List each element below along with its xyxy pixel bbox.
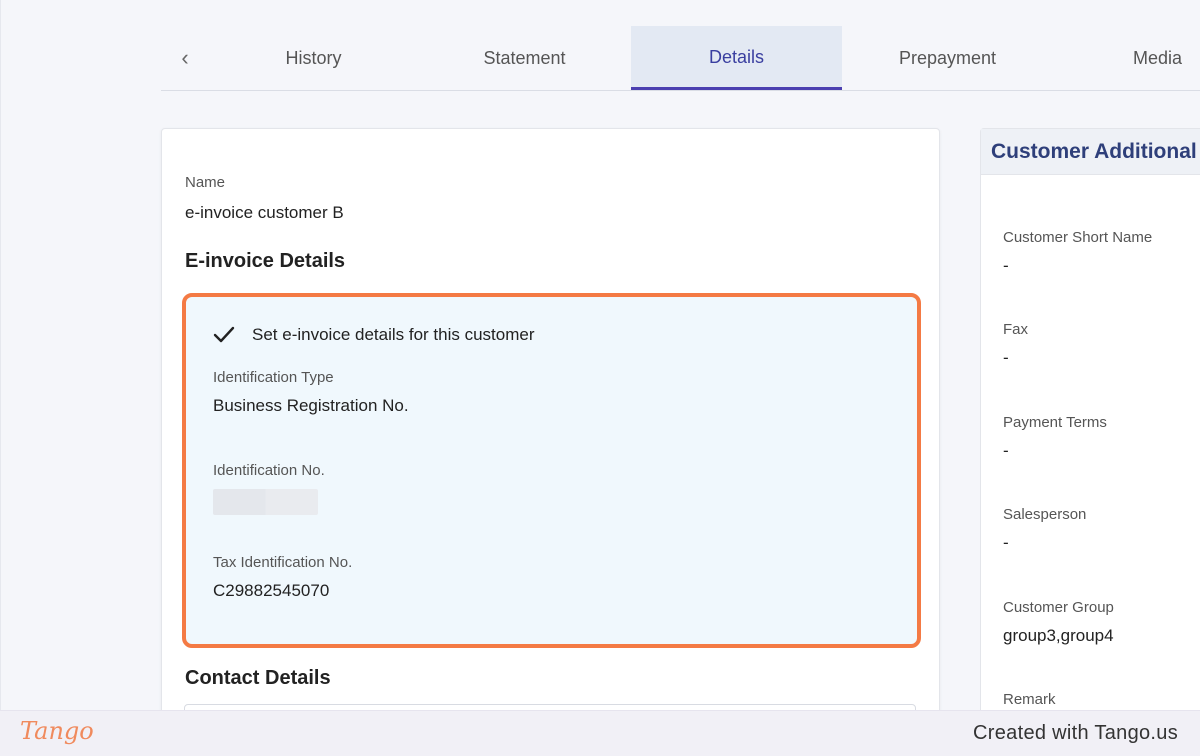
tab-bar: ‹ History Statement Details Prepayment M… [161, 26, 1200, 91]
tab-history[interactable]: History [208, 26, 419, 90]
redacted-identification-no [213, 489, 318, 515]
customer-short-name-field: Customer Short Name - [1003, 229, 1152, 276]
salesperson-field: Salesperson - [1003, 506, 1086, 553]
customer-additional-panel: Customer Additional Customer Short Name … [980, 128, 1200, 710]
app-frame: ‹ History Statement Details Prepayment M… [0, 0, 1200, 710]
tax-identification-label: Tax Identification No. [213, 554, 353, 571]
einvoice-details-box: Set e-invoice details for this customer … [182, 293, 921, 648]
tab-details[interactable]: Details [631, 26, 842, 90]
identification-type-field: Identification Type Business Registratio… [213, 369, 409, 416]
contact-section-title: Contact Details [185, 667, 331, 689]
payment-terms-field: Payment Terms - [1003, 414, 1107, 461]
field-label: Salesperson [1003, 506, 1087, 523]
identification-type-label: Identification Type [213, 369, 334, 386]
field-label: Customer Short Name [1003, 229, 1153, 246]
field-label: Payment Terms [1003, 414, 1107, 431]
panel-title: Customer Additional [981, 129, 1200, 175]
customer-group-field: Customer Group group3,group4 [1003, 599, 1114, 646]
tango-logo: Tango [20, 717, 94, 745]
tax-identification-value: C29882545070 [213, 581, 330, 600]
identification-no-label: Identification No. [213, 462, 325, 479]
einvoice-checkbox-label: Set e-invoice details for this customer [252, 325, 535, 344]
field-value: - [1003, 441, 1009, 460]
name-label: Name [185, 174, 226, 191]
fax-field: Fax - [1003, 321, 1028, 368]
field-label: Customer Group [1003, 599, 1114, 616]
field-label: Remark [1003, 691, 1056, 708]
field-value: group3,group4 [1003, 626, 1114, 645]
field-label: Fax [1003, 321, 1029, 338]
einvoice-checkbox-row[interactable]: Set e-invoice details for this customer [210, 321, 535, 349]
field-value: - [1003, 256, 1009, 275]
field-value: - [1003, 533, 1009, 552]
tax-identification-field: Tax Identification No. C29882545070 [213, 554, 352, 601]
details-card: Name e-invoice customer B E-invoice Deta… [161, 128, 940, 710]
identification-no-field: Identification No. [213, 462, 325, 515]
einvoice-section-title: E-invoice Details [185, 250, 346, 272]
checkmark-icon[interactable] [210, 321, 238, 349]
tab-media[interactable]: Media [1053, 26, 1200, 90]
tango-credit: Created with Tango.us [973, 722, 1178, 744]
identification-type-value: Business Registration No. [213, 396, 409, 415]
tango-footer: Tango Created with Tango.us [0, 710, 1200, 756]
chevron-left-icon[interactable]: ‹ [171, 44, 199, 72]
tab-prepayment[interactable]: Prepayment [842, 26, 1053, 90]
tab-statement[interactable]: Statement [419, 26, 630, 90]
field-value: - [1003, 348, 1009, 367]
name-value: e-invoice customer B [185, 203, 344, 222]
remark-field: Remark [1003, 691, 1056, 710]
